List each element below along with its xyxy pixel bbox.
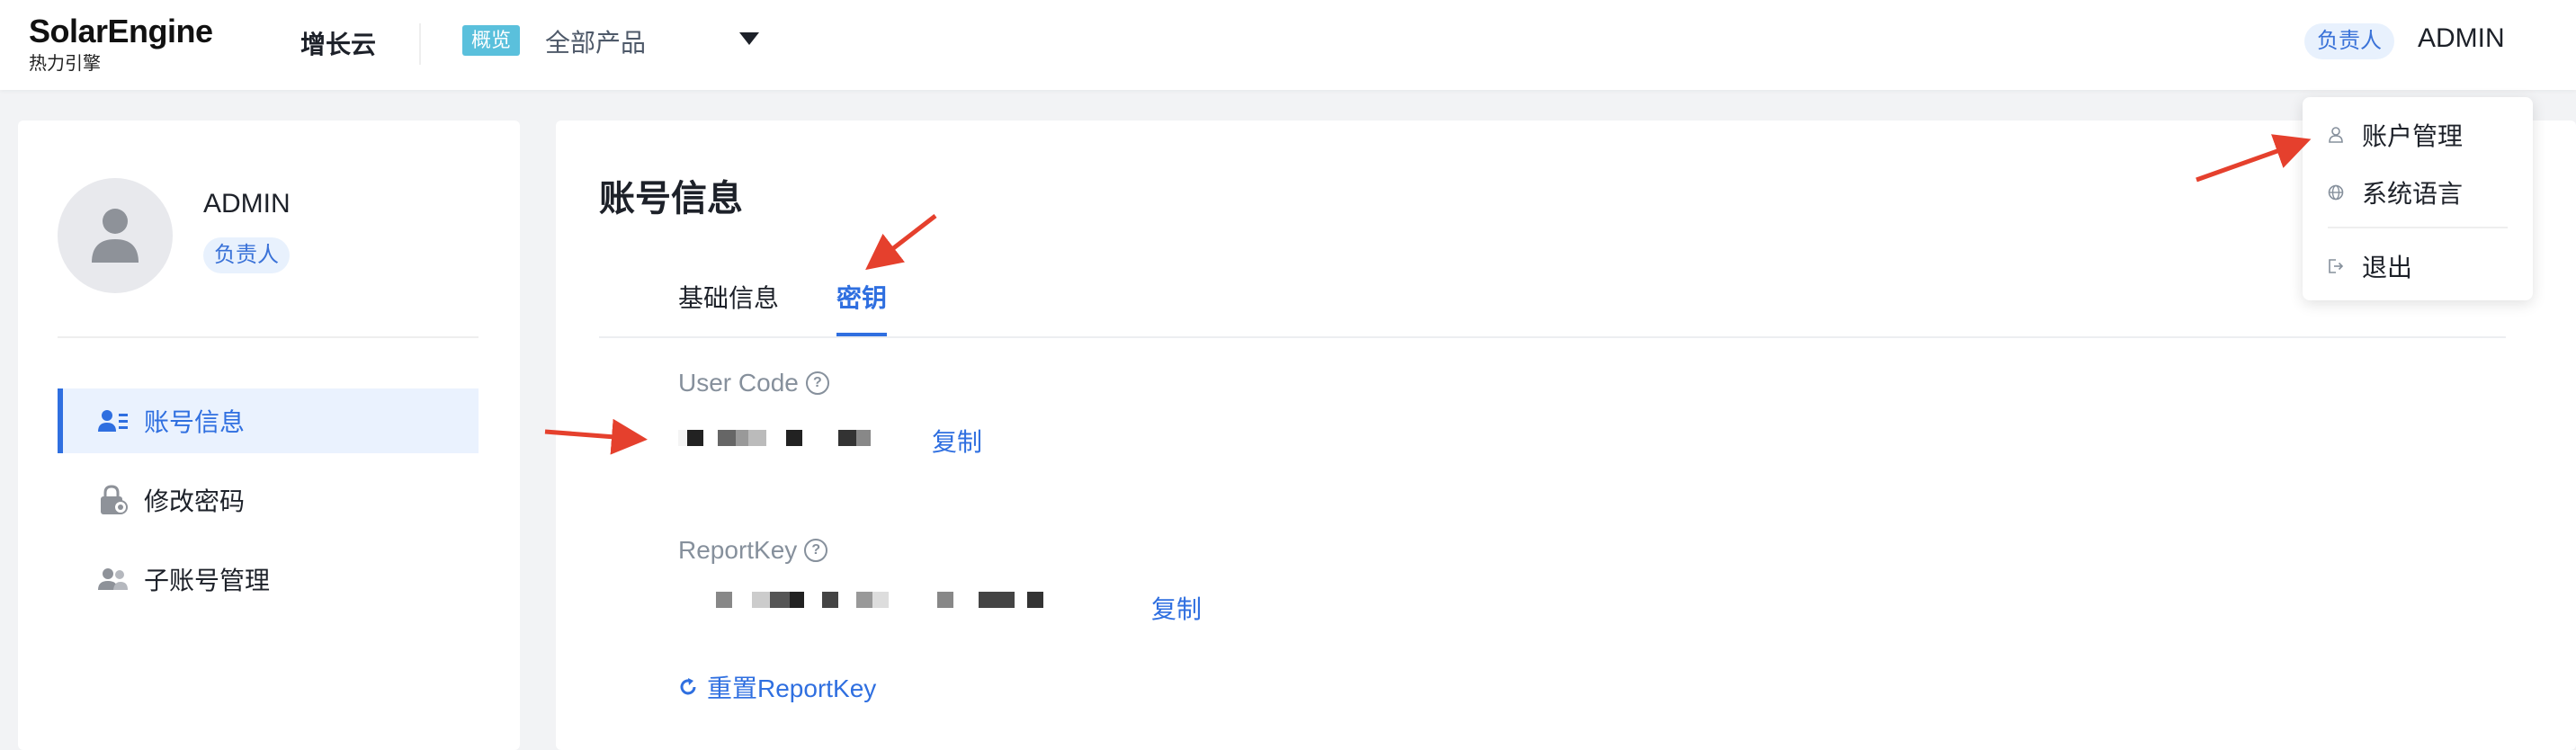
tab-basic-info[interactable]: 基础信息 <box>678 279 779 315</box>
profile-name: ADMIN <box>203 189 291 219</box>
brand-logo[interactable]: SolarEngine <box>29 13 213 50</box>
sidebar-divider <box>58 336 479 338</box>
sidebar-item-change-password[interactable]: 修改密码 <box>58 468 479 532</box>
user-dropdown-menu: 账户管理 系统语言 退出 <box>2303 97 2533 300</box>
sidebar-item-sub-accounts[interactable]: 子账号管理 <box>58 547 479 612</box>
tab-secret-key[interactable]: 密钥 <box>836 279 887 315</box>
top-bar: SolarEngine 热力引擎 增长云 概览 全部产品 负责人 ADMIN <box>0 0 2576 90</box>
logout-icon <box>2328 258 2344 274</box>
sub-account-icon <box>97 563 130 595</box>
globe-icon <box>2328 184 2344 201</box>
profile-role-badge: 负责人 <box>203 237 290 273</box>
tabs-divider <box>599 336 2506 338</box>
sidebar-item-label: 修改密码 <box>144 487 246 515</box>
app-name[interactable]: 增长云 <box>300 25 376 61</box>
menu-divider <box>2328 227 2508 228</box>
report-key-value-masked <box>678 592 1043 608</box>
menu-item-label: 系统语言 <box>2362 180 2464 208</box>
copy-report-key-button[interactable]: 复制 <box>1151 590 1202 626</box>
sidebar-item-account-info[interactable]: 账号信息 <box>58 388 479 453</box>
overview-tag: 概览 <box>462 25 521 56</box>
refresh-icon <box>680 678 696 695</box>
profile-sidebar: ADMIN 负责人 账号信息 修改密码 子账号管理 <box>18 121 520 750</box>
user-code-label: User Code ? <box>678 369 829 397</box>
menu-item-label: 退出 <box>2362 254 2413 281</box>
menu-item-logout[interactable]: 退出 <box>2303 241 2533 291</box>
help-icon[interactable]: ? <box>805 371 829 395</box>
lock-icon <box>97 484 130 516</box>
user-code-value-masked <box>678 430 871 446</box>
help-icon[interactable]: ? <box>804 539 828 562</box>
caret-down-icon[interactable] <box>739 32 759 45</box>
copy-user-code-button[interactable]: 复制 <box>932 423 982 459</box>
menu-item-label: 账户管理 <box>2362 122 2464 150</box>
reset-report-key-button[interactable]: 重置ReportKey <box>678 669 876 705</box>
reset-report-key-label: 重置ReportKey <box>707 674 877 702</box>
page-title: 账号信息 <box>599 179 743 219</box>
report-key-label-text: ReportKey <box>678 536 798 564</box>
user-icon <box>2328 127 2344 143</box>
nav-divider <box>419 23 421 65</box>
sidebar-item-label: 子账号管理 <box>144 567 271 594</box>
menu-item-system-language[interactable]: 系统语言 <box>2303 167 2533 218</box>
user-menu-trigger[interactable]: ADMIN <box>2418 23 2505 54</box>
sidebar-item-label: 账号信息 <box>144 408 246 436</box>
avatar <box>58 178 173 293</box>
product-select[interactable]: 全部产品 <box>545 23 646 59</box>
menu-item-account-management[interactable]: 账户管理 <box>2303 110 2533 160</box>
report-key-label: ReportKey ? <box>678 536 828 565</box>
main-panel: 账号信息 基础信息 密钥 User Code ? 复制 ReportKey ? <box>556 121 2576 750</box>
person-icon <box>92 209 139 263</box>
account-info-icon <box>97 405 130 437</box>
brand-subtitle: 热力引擎 <box>29 54 101 74</box>
user-code-label-text: User Code <box>678 369 799 397</box>
role-badge: 负责人 <box>2304 23 2394 59</box>
